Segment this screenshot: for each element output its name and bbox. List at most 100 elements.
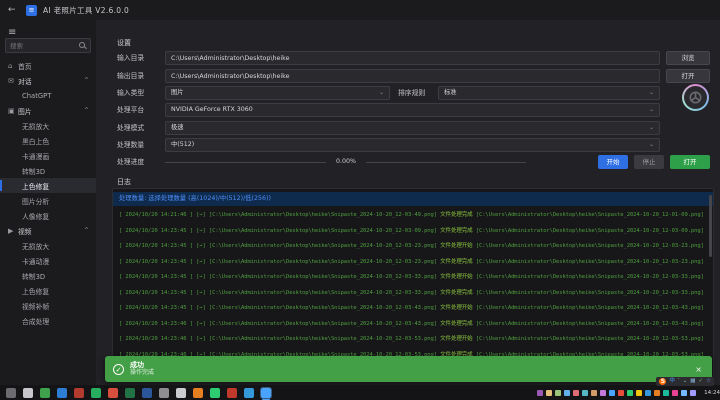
- sidebar-item[interactable]: 无损放大: [0, 118, 96, 133]
- tray-icon[interactable]: [609, 390, 615, 396]
- tray-icon[interactable]: [645, 390, 651, 396]
- input-type-select[interactable]: 图片⌄: [165, 86, 390, 100]
- sidebar-search[interactable]: [5, 38, 91, 53]
- ime-toolbar[interactable]: S 中’⌄▦✓☆: [656, 377, 714, 386]
- browse-button[interactable]: 浏览: [666, 51, 710, 65]
- sidebar-nav: ⌂ 首页 ✉ 对话 ^ ChatGPT ▣ 图片 ^ 无损放: [0, 58, 96, 328]
- platform-select[interactable]: NVIDIA GeForce RTX 3060⌄: [165, 103, 660, 117]
- sidebar-item-label: 图片: [18, 106, 32, 116]
- taskbar-app-icon[interactable]: [57, 388, 67, 398]
- sidebar-item-icon: ▶: [8, 227, 18, 235]
- log-scrollbar[interactable]: [709, 195, 712, 257]
- sidebar-item[interactable]: 黑白上色: [0, 133, 96, 148]
- chevron-up-icon[interactable]: ^: [84, 227, 89, 234]
- sidebar-item[interactable]: 人像修复: [0, 208, 96, 223]
- assistant-float-button[interactable]: [682, 84, 709, 111]
- tray-icon[interactable]: [681, 390, 687, 396]
- sidebar-item[interactable]: 视频补帧: [0, 298, 96, 313]
- progress-percent: 0.00%: [326, 155, 366, 168]
- taskbar-app-icon[interactable]: [6, 388, 16, 398]
- tray-icon[interactable]: [654, 390, 660, 396]
- mode-select[interactable]: 极速⌄: [165, 121, 660, 135]
- open-dir-button[interactable]: 打开: [666, 69, 710, 83]
- sidebar-item[interactable]: 上色修复: [0, 178, 96, 193]
- taskbar-app-icon[interactable]: [261, 388, 271, 398]
- taskbar-app-icon[interactable]: [40, 388, 50, 398]
- taskbar-app-icon[interactable]: [159, 388, 169, 398]
- sidebar-item[interactable]: 图片分析: [0, 193, 96, 208]
- sidebar-item[interactable]: ▶ 视频 ^: [0, 223, 96, 238]
- ime-item[interactable]: ▦: [690, 377, 695, 386]
- chevron-up-icon[interactable]: ^: [84, 107, 89, 114]
- search-input[interactable]: [10, 42, 79, 50]
- taskbar-app-icon[interactable]: [176, 388, 186, 398]
- sidebar-item[interactable]: 转制3D: [0, 163, 96, 178]
- tray-icon[interactable]: [546, 390, 552, 396]
- tray-icon[interactable]: [564, 390, 570, 396]
- sidebar-item[interactable]: ✉ 对话 ^: [0, 73, 96, 88]
- taskbar-app-icon[interactable]: [108, 388, 118, 398]
- taskbar-app-icon[interactable]: [91, 388, 101, 398]
- taskbar-app-icon[interactable]: [23, 388, 33, 398]
- ime-item[interactable]: 中: [669, 377, 675, 386]
- tray-icon[interactable]: [672, 390, 678, 396]
- input-dir-field[interactable]: [165, 51, 660, 65]
- open-button[interactable]: 打开: [670, 155, 710, 169]
- chevron-up-icon[interactable]: ^: [84, 77, 89, 84]
- taskbar-app-icon[interactable]: [227, 388, 237, 398]
- tray-icon[interactable]: [573, 390, 579, 396]
- tray-icon[interactable]: [600, 390, 606, 396]
- sidebar-item[interactable]: ▣ 图片 ^: [0, 103, 96, 118]
- sidebar-item[interactable]: 合成处理: [0, 313, 96, 328]
- quantity-select[interactable]: 中(512)⌄: [165, 138, 660, 152]
- quantity-label: 处理数量: [117, 138, 163, 152]
- titlebar: ← ≡ AI 老照片工具 V2.6.0.0: [0, 0, 720, 20]
- sidebar-item[interactable]: 卡通动漫: [0, 253, 96, 268]
- sort-rule-select[interactable]: 标准⌄: [438, 86, 660, 100]
- tray-icon[interactable]: [591, 390, 597, 396]
- tray-icon[interactable]: [555, 390, 561, 396]
- tray-icon[interactable]: [618, 390, 624, 396]
- sort-rule-label: 排序规则: [398, 86, 436, 100]
- output-dir-field[interactable]: [165, 69, 660, 83]
- menu-toggle-icon[interactable]: ≡: [8, 27, 16, 38]
- app-title: AI 老照片工具 V2.6.0.0: [43, 5, 129, 16]
- ime-item[interactable]: ’: [678, 377, 680, 386]
- tray-icon[interactable]: [663, 390, 669, 396]
- taskbar-app-icon[interactable]: [210, 388, 220, 398]
- sidebar: ≡ ⌂ 首页 ✉ 对话 ^ ChatGPT ▣: [0, 20, 96, 385]
- close-icon[interactable]: ×: [693, 365, 704, 374]
- sidebar-item-label: 无损放大: [22, 241, 49, 251]
- log-selected-line[interactable]: 处理数量: 选择处理数量 (高(1024)/中(512)/低(256)): [113, 192, 713, 206]
- ime-item[interactable]: ☆: [706, 377, 711, 386]
- taskbar-app-icon[interactable]: [244, 388, 254, 398]
- ime-item[interactable]: ⌄: [683, 377, 688, 386]
- taskbar-app-icon[interactable]: [125, 388, 135, 398]
- mode-label: 处理模式: [117, 121, 163, 135]
- taskbar-app-icon[interactable]: [74, 388, 84, 398]
- log-line: [ 2024/10/20 14:23:46 ] [→] [C:\Users\Ad…: [113, 332, 713, 348]
- app-icon: ≡: [26, 5, 37, 16]
- ime-logo-icon[interactable]: S: [659, 378, 666, 385]
- sidebar-item[interactable]: 上色修复: [0, 283, 96, 298]
- tray-icon[interactable]: [627, 390, 633, 396]
- ime-item[interactable]: ✓: [698, 377, 703, 386]
- tray-icon[interactable]: [690, 390, 696, 396]
- sidebar-item[interactable]: 无损放大: [0, 238, 96, 253]
- tray-icon[interactable]: [582, 390, 588, 396]
- taskbar-clock[interactable]: 14:24: [704, 390, 720, 396]
- taskbar-app-icon[interactable]: [193, 388, 203, 398]
- taskbar-app-icon[interactable]: [142, 388, 152, 398]
- sidebar-item[interactable]: 转制3D: [0, 268, 96, 283]
- sidebar-item[interactable]: ChatGPT: [0, 88, 96, 103]
- sidebar-item[interactable]: 卡通漫画: [0, 148, 96, 163]
- stop-button[interactable]: 停止: [634, 155, 664, 169]
- sidebar-item[interactable]: ⌂ 首页: [0, 58, 96, 73]
- start-button[interactable]: 开始: [598, 155, 628, 169]
- tray-icon[interactable]: [636, 390, 642, 396]
- tray-icon[interactable]: [537, 390, 543, 396]
- log-panel[interactable]: 处理数量: 选择处理数量 (高(1024)/中(512)/低(256)) [ 2…: [112, 188, 714, 378]
- back-arrow-icon[interactable]: ←: [8, 5, 20, 15]
- sidebar-item-label: 视频: [18, 226, 32, 236]
- sidebar-item-label: 黑白上色: [22, 136, 49, 146]
